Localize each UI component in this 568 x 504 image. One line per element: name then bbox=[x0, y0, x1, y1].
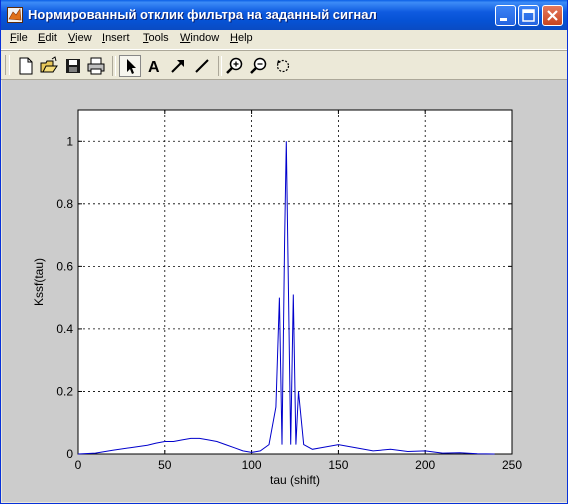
x-tick-label: 250 bbox=[502, 458, 522, 472]
zoom-in-icon bbox=[226, 57, 243, 74]
figure-canvas: 0 50 100 150 200 250 0 0.2 0.4 0.6 0.8 1 tau (shift… bbox=[2, 80, 567, 502]
open-folder-icon bbox=[40, 56, 58, 73]
x-tick-label: 100 bbox=[242, 458, 262, 472]
maximize-button[interactable] bbox=[518, 5, 539, 26]
x-tick-label: 200 bbox=[415, 458, 435, 472]
insert-text-button[interactable]: A bbox=[143, 55, 165, 77]
save-icon bbox=[66, 59, 80, 73]
menu-bar: File Edit View Insert Tools Window Help bbox=[1, 30, 567, 50]
menu-window[interactable]: Window bbox=[180, 32, 219, 44]
maximize-icon bbox=[522, 9, 535, 22]
minimize-icon bbox=[500, 18, 507, 21]
y-tick-label: 0.6 bbox=[56, 259, 73, 273]
title-bar[interactable]: Нормированный отклик фильтра на заданный… bbox=[1, 0, 567, 30]
open-file-button[interactable] bbox=[38, 55, 60, 77]
plot-axes[interactable]: 0 50 100 150 200 250 0 0.2 0.4 0.6 0.8 1 tau (shift… bbox=[2, 80, 567, 502]
close-icon bbox=[547, 10, 558, 21]
x-tick-label: 50 bbox=[158, 458, 172, 472]
y-tick-label: 0.2 bbox=[56, 384, 73, 398]
insert-text-icon: A bbox=[148, 59, 160, 76]
toolbar-separator bbox=[218, 56, 222, 76]
y-tick-label: 0 bbox=[66, 447, 73, 461]
save-button[interactable] bbox=[62, 55, 84, 77]
print-icon bbox=[87, 57, 105, 75]
x-tick-label: 0 bbox=[75, 458, 82, 472]
rotate-3d-icon bbox=[276, 59, 290, 73]
insert-arrow-icon bbox=[171, 60, 184, 73]
y-tick-label: 0.8 bbox=[56, 197, 73, 211]
minimize-button[interactable] bbox=[495, 5, 516, 26]
window-title: Нормированный отклик фильтра на заданный… bbox=[28, 7, 377, 22]
toolbar-grip[interactable] bbox=[5, 55, 10, 75]
edit-plot-button[interactable] bbox=[119, 55, 141, 77]
print-button[interactable] bbox=[85, 55, 107, 77]
insert-line-icon bbox=[195, 59, 209, 73]
close-button[interactable] bbox=[542, 5, 563, 26]
menu-insert[interactable]: Insert bbox=[102, 32, 130, 44]
y-tick-label: 1 bbox=[66, 134, 73, 148]
menu-help[interactable]: Help bbox=[230, 32, 253, 44]
menu-file[interactable]: File bbox=[10, 32, 28, 44]
zoom-out-icon bbox=[250, 57, 267, 74]
y-axis-label: Kssf(tau) bbox=[32, 258, 46, 306]
toolbar-separator bbox=[112, 56, 116, 76]
figure-toolbar: A bbox=[1, 50, 567, 80]
new-file-icon bbox=[19, 57, 33, 75]
matlab-icon bbox=[7, 7, 23, 23]
insert-line-button[interactable] bbox=[191, 55, 213, 77]
new-figure-button[interactable] bbox=[15, 55, 37, 77]
x-axis-label: tau (shift) bbox=[270, 473, 320, 487]
y-tick-label: 0.4 bbox=[56, 322, 73, 336]
svg-text:A: A bbox=[148, 59, 160, 76]
zoom-in-button[interactable] bbox=[224, 55, 246, 77]
insert-arrow-button[interactable] bbox=[167, 55, 189, 77]
rotate-3d-button[interactable] bbox=[272, 55, 294, 77]
figure-window: Нормированный отклик фильтра на заданный… bbox=[0, 0, 568, 504]
x-tick-label: 150 bbox=[328, 458, 348, 472]
menu-tools[interactable]: Tools bbox=[143, 32, 169, 44]
select-arrow-icon bbox=[127, 59, 136, 74]
menu-edit[interactable]: Edit bbox=[38, 32, 57, 44]
zoom-out-button[interactable] bbox=[248, 55, 270, 77]
menu-view[interactable]: View bbox=[68, 32, 92, 44]
